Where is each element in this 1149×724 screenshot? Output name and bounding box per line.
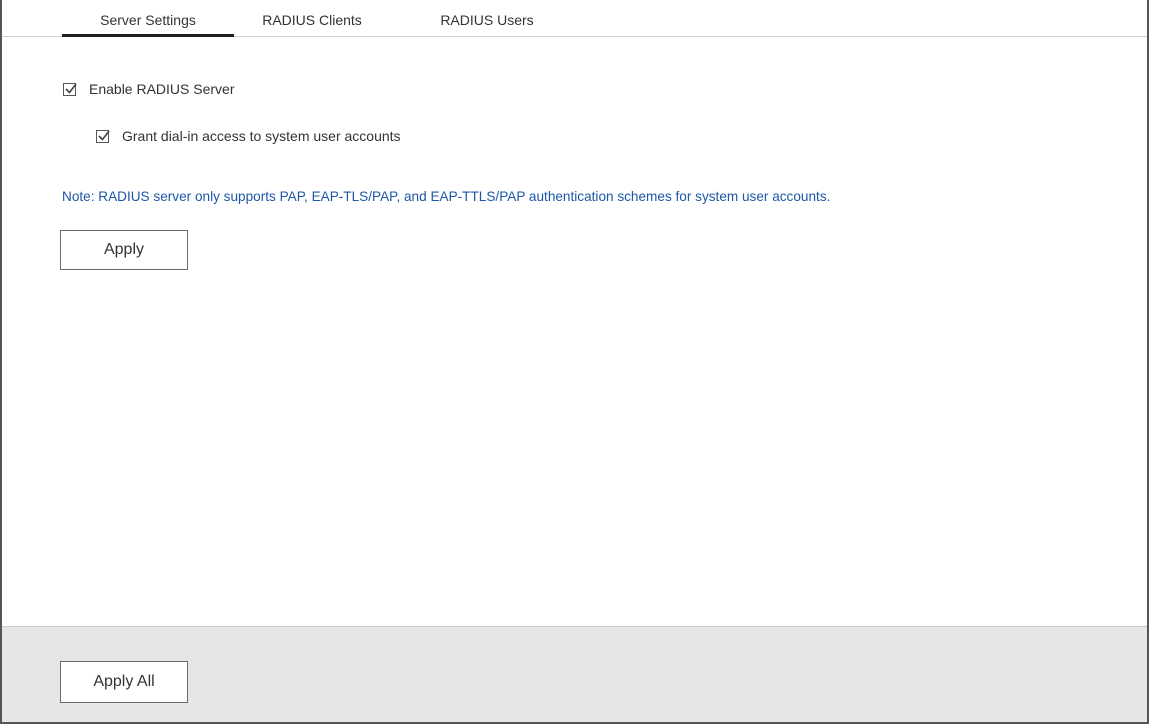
checkmark-icon <box>98 130 110 141</box>
grant-dialin-access-option[interactable]: Grant dial-in access to system user acco… <box>96 128 401 144</box>
enable-radius-server-option[interactable]: Enable RADIUS Server <box>63 81 235 97</box>
footer-bar: Apply All <box>2 626 1147 722</box>
grant-dialin-access-label: Grant dial-in access to system user acco… <box>122 128 401 144</box>
tab-radius-clients[interactable]: RADIUS Clients <box>247 12 377 35</box>
tab-bar: Server Settings RADIUS Clients RADIUS Us… <box>2 0 1147 37</box>
radius-settings-panel: Server Settings RADIUS Clients RADIUS Us… <box>0 0 1149 724</box>
tab-server-settings[interactable]: Server Settings <box>62 12 234 37</box>
tab-radius-clients-label: RADIUS Clients <box>262 12 362 28</box>
checkmark-icon <box>65 83 77 94</box>
tab-radius-users[interactable]: RADIUS Users <box>422 12 552 35</box>
enable-radius-server-checkbox[interactable] <box>63 82 77 96</box>
authentication-note: Note: RADIUS server only supports PAP, E… <box>62 189 831 204</box>
enable-radius-server-label: Enable RADIUS Server <box>89 81 235 97</box>
apply-all-button[interactable]: Apply All <box>60 661 188 703</box>
tab-server-settings-label: Server Settings <box>100 12 196 28</box>
apply-button[interactable]: Apply <box>60 230 188 270</box>
grant-dialin-access-checkbox[interactable] <box>96 129 110 143</box>
server-settings-content: Enable RADIUS Server Grant dial-in acces… <box>2 37 1147 627</box>
tab-radius-users-label: RADIUS Users <box>440 12 534 28</box>
